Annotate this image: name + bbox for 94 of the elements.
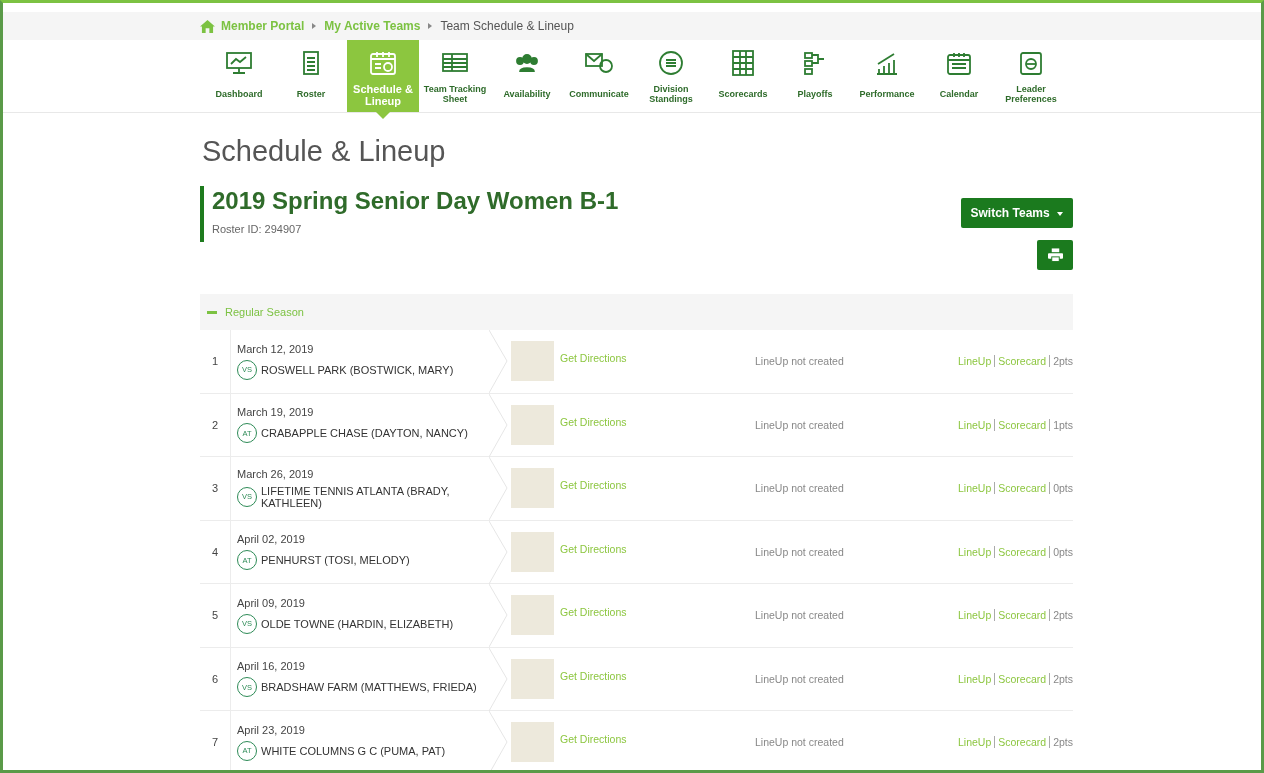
points-text: 1pts — [1049, 418, 1073, 431]
chevron-icon — [312, 23, 317, 29]
scorecard-link[interactable]: Scorecard — [994, 609, 1047, 622]
nav-tab[interactable]: Team Tracking Sheet — [419, 40, 491, 112]
nav-tab[interactable]: Availability — [491, 40, 563, 112]
lineup-status: LineUp not created — [755, 736, 845, 749]
lineup-link[interactable]: LineUp — [958, 672, 992, 685]
row-number: 5 — [200, 584, 231, 647]
nav-tab[interactable]: Leader Preferences — [995, 40, 1067, 112]
map-thumbnail — [511, 722, 554, 763]
map-thumbnail — [511, 595, 554, 636]
directions-link[interactable]: Get Directions — [560, 415, 755, 428]
home-icon — [200, 19, 215, 33]
breadcrumb-link[interactable]: Member Portal — [221, 19, 305, 33]
match-date: April 23, 2019 — [237, 723, 306, 736]
nav-tab[interactable]: Scorecards — [707, 40, 779, 112]
page-title: Schedule & Lineup — [202, 135, 447, 168]
breadcrumb-link[interactable]: My Active Teams — [324, 19, 421, 33]
opponent-name: BRADSHAW FARM (MATTHEWS, FRIEDA) — [261, 681, 477, 694]
nav-tab[interactable]: Calendar — [923, 40, 995, 112]
switch-teams-button[interactable]: Switch Teams — [960, 198, 1073, 228]
map-thumbnail — [511, 658, 554, 699]
section-header[interactable]: Regular Season — [200, 294, 1073, 330]
opponent-name: WHITE COLUMNS G C (PUMA, PAT) — [261, 744, 446, 757]
minus-icon — [207, 310, 217, 314]
row-number: 4 — [200, 520, 231, 583]
lineup-status: LineUp not created — [755, 545, 845, 558]
opponent-name: CRABAPPLE CHASE (DAYTON, NANCY) — [261, 427, 468, 440]
match-date: March 12, 2019 — [237, 342, 315, 355]
match-date: April 02, 2019 — [237, 533, 306, 546]
row-number: 1 — [200, 330, 231, 393]
nav-tab[interactable]: Dashboard — [203, 40, 275, 112]
scorecard-link[interactable]: Scorecard — [994, 736, 1047, 749]
row-number: 7 — [200, 711, 231, 770]
caret-icon — [1057, 211, 1063, 216]
lineup-status: LineUp not created — [755, 672, 845, 685]
lineup-link[interactable]: LineUp — [958, 609, 992, 622]
opponent-name: PENHURST (TOSI, MELODY) — [261, 554, 410, 567]
points-text: 2pts — [1049, 355, 1073, 368]
opponent-name: LIFETIME TENNIS ATLANTA (BRADY, KATHLEEN) — [261, 484, 451, 509]
lineup-link[interactable]: LineUp — [958, 355, 992, 368]
points-text: 0pts — [1049, 482, 1073, 495]
nav-tab[interactable]: Playoffs — [779, 40, 851, 112]
scorecard-link[interactable]: Scorecard — [994, 418, 1047, 431]
opponent-name: ROSWELL PARK (BOSTWICK, MARY) — [261, 363, 454, 376]
directions-link[interactable]: Get Directions — [560, 542, 755, 555]
monitor-icon — [224, 50, 254, 76]
scorecard-link[interactable]: Scorecard — [994, 672, 1047, 685]
nav-tab[interactable]: Communicate — [563, 40, 635, 112]
calendar-icon — [944, 50, 974, 76]
lineup-status: LineUp not created — [755, 609, 845, 622]
nav-tab[interactable]: Division Standings — [635, 40, 707, 112]
map-thumbnail — [511, 531, 554, 572]
map-thumbnail — [511, 468, 554, 509]
row-number: 3 — [200, 457, 231, 520]
row-number: 2 — [200, 393, 231, 456]
points-text: 2pts — [1049, 736, 1073, 749]
envelope-chat-icon — [584, 50, 614, 76]
nav-tab[interactable]: Roster — [275, 40, 347, 112]
match-date: April 09, 2019 — [237, 596, 306, 609]
scorecard-link[interactable]: Scorecard — [994, 482, 1047, 495]
lineup-status: LineUp not created — [755, 418, 845, 431]
lineup-link[interactable]: LineUp — [958, 736, 992, 749]
directions-link[interactable]: Get Directions — [560, 733, 755, 746]
points-text: 0pts — [1049, 545, 1073, 558]
points-text: 2pts — [1049, 672, 1073, 685]
calendar-clock-icon — [368, 50, 398, 76]
directions-link[interactable]: Get Directions — [560, 479, 755, 492]
lineup-link[interactable]: LineUp — [958, 545, 992, 558]
directions-link[interactable]: Get Directions — [560, 669, 755, 682]
match-date: March 19, 2019 — [237, 406, 315, 419]
team-name: 2019 Spring Senior Day Women B-1 — [212, 187, 619, 215]
breadcrumb-current: Team Schedule & Lineup — [440, 19, 574, 33]
roster-id: Roster ID: 294907 — [212, 223, 303, 235]
match-date: April 16, 2019 — [237, 660, 306, 673]
badge-icon — [656, 50, 686, 76]
points-text: 2pts — [1049, 609, 1073, 622]
lineup-link[interactable]: LineUp — [958, 482, 992, 495]
match-date: March 26, 2019 — [237, 467, 315, 480]
row-number: 6 — [200, 647, 231, 710]
lineup-status: LineUp not created — [755, 355, 845, 368]
nav-tab[interactable]: Performance — [851, 40, 923, 112]
map-thumbnail — [511, 341, 554, 382]
opponent-name: OLDE TOWNE (HARDIN, ELIZABETH) — [261, 617, 454, 630]
scorecard-link[interactable]: Scorecard — [994, 355, 1047, 368]
chevron-icon — [428, 23, 433, 29]
lineup-link[interactable]: LineUp — [958, 418, 992, 431]
lineup-status: LineUp not created — [755, 482, 845, 495]
print-icon — [1047, 248, 1063, 262]
map-thumbnail — [511, 404, 554, 445]
scorecard-link[interactable]: Scorecard — [994, 545, 1047, 558]
directions-link[interactable]: Get Directions — [560, 606, 755, 619]
print-button[interactable] — [1037, 240, 1073, 270]
directions-link[interactable]: Get Directions — [560, 352, 755, 365]
